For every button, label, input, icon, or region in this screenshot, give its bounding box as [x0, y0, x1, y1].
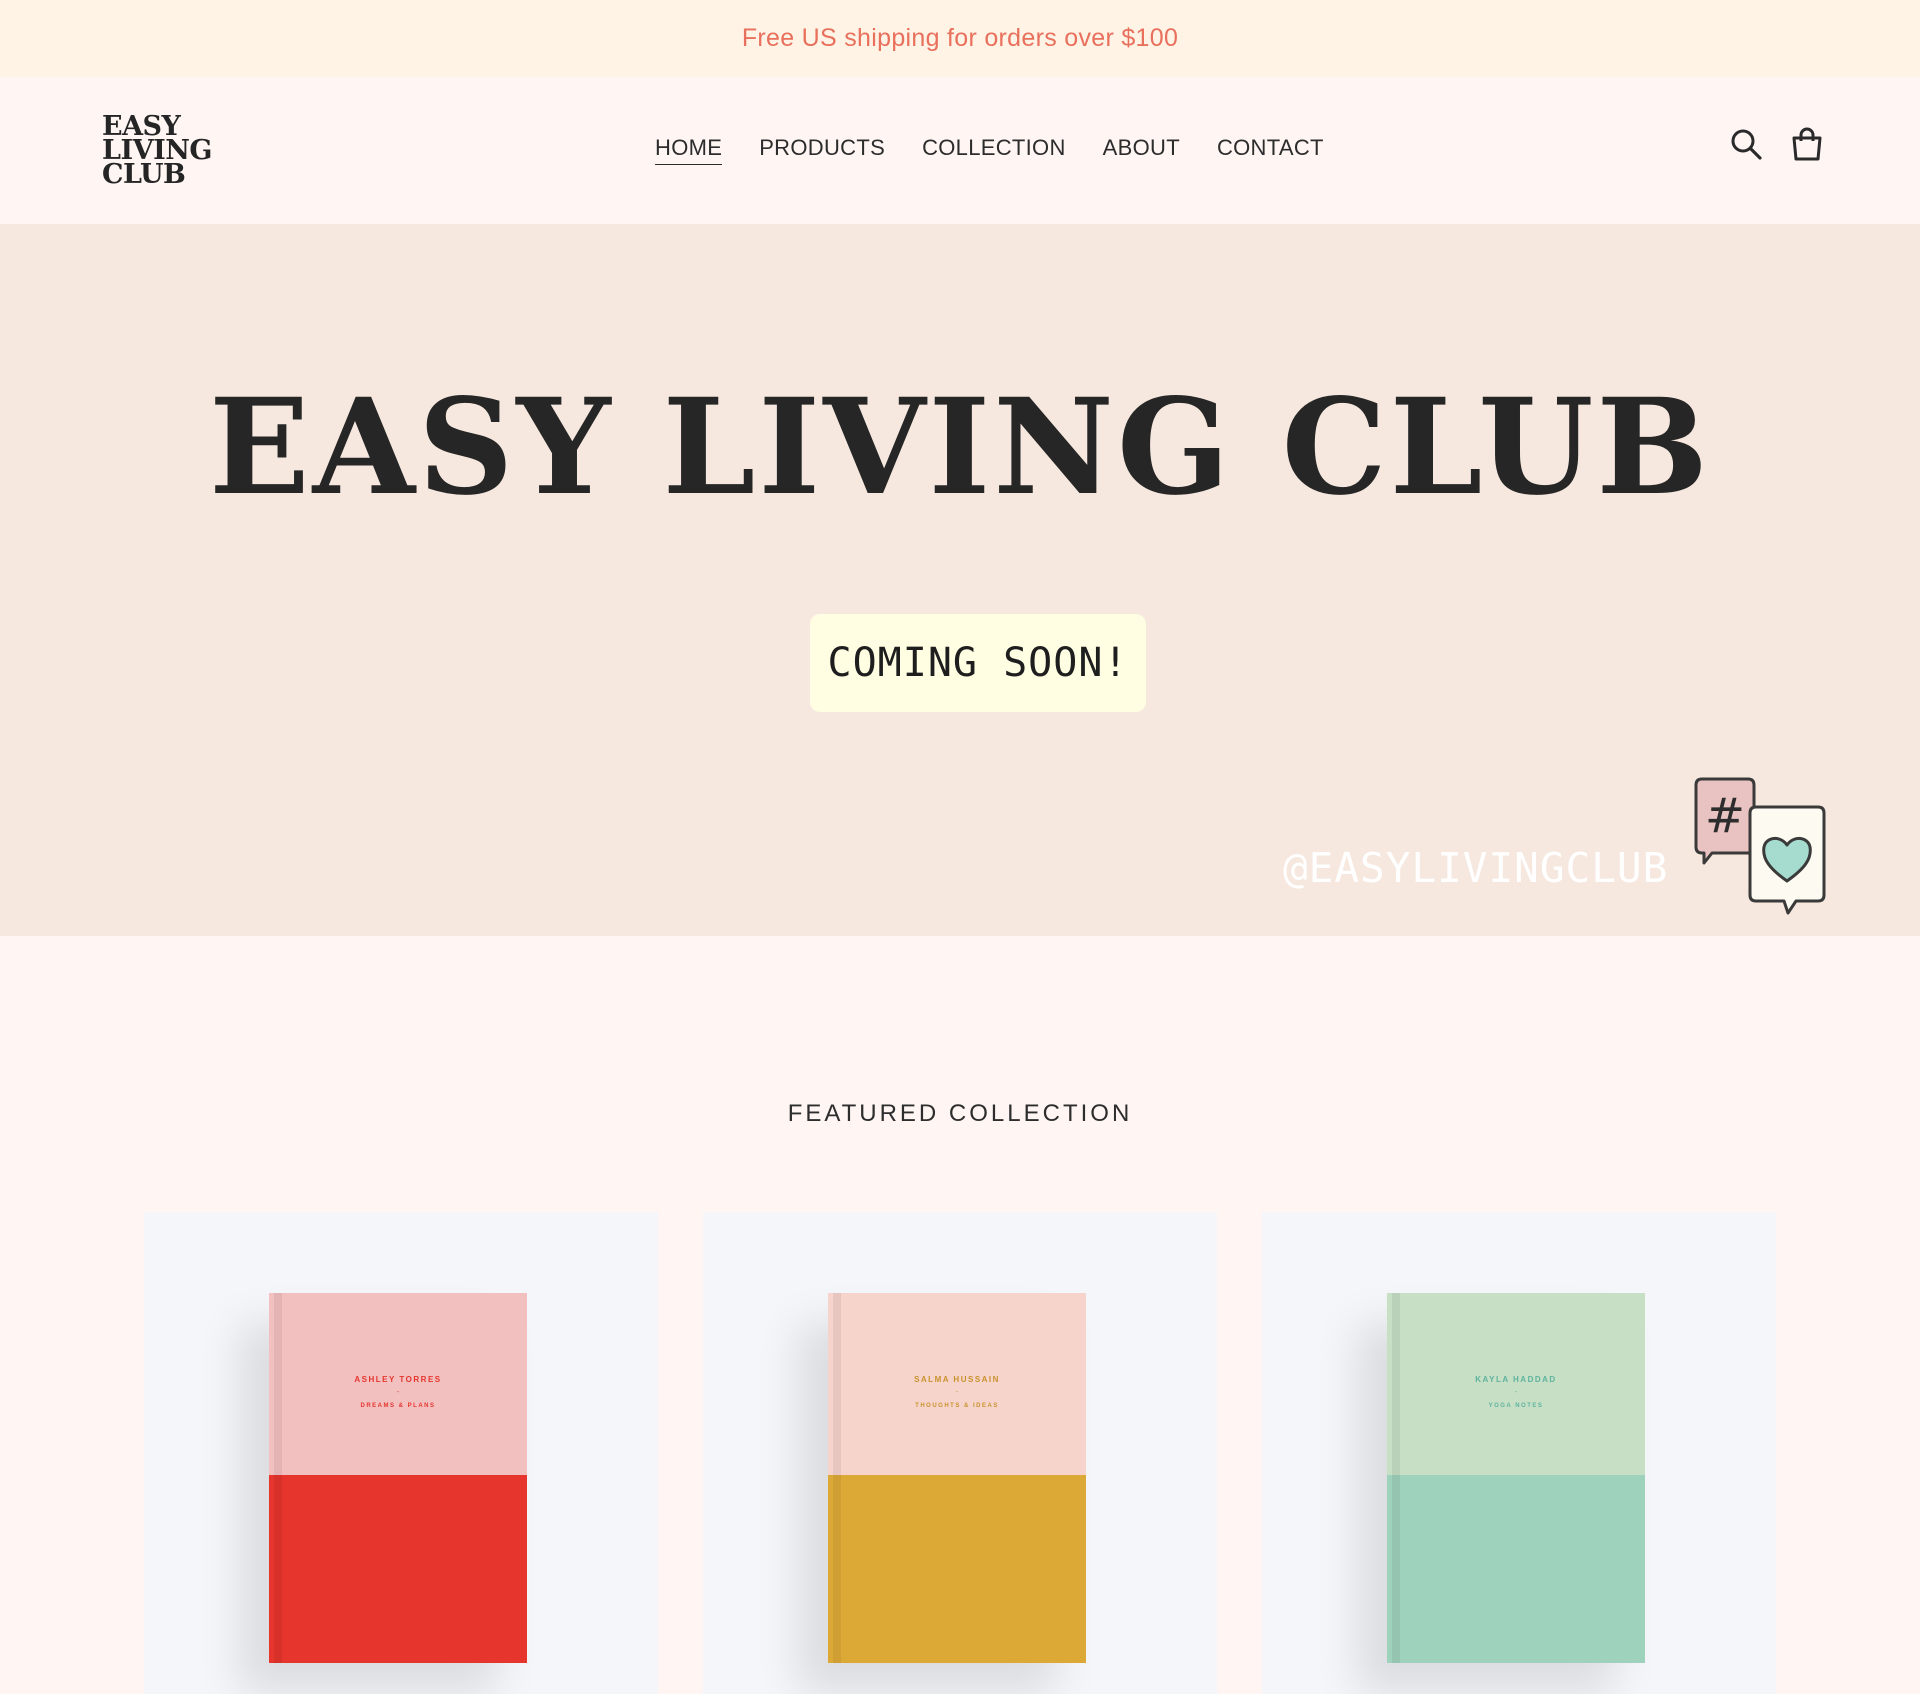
product-image: ASHLEY TORRES - DREAMS & PLANS	[269, 1293, 527, 1663]
book-author: KAYLA HADDAD	[1475, 1375, 1557, 1384]
product-image: SALMA HUSSAIN - THOUGHTS & IDEAS	[828, 1293, 1086, 1663]
product-card[interactable]: SALMA HUSSAIN - THOUGHTS & IDEAS	[703, 1212, 1217, 1694]
book-spine	[274, 1293, 282, 1663]
book-subtitle: DREAMS & PLANS	[360, 1403, 436, 1409]
nav-products[interactable]: PRODUCTS	[759, 135, 885, 165]
chat-bubbles-graphic: #	[1690, 777, 1830, 919]
book-cover-top	[828, 1293, 1086, 1475]
social-handle: @EASYLIVINGCLUB	[1283, 844, 1669, 892]
product-card[interactable]: ASHLEY TORRES - DREAMS & PLANS	[144, 1212, 658, 1694]
site-header: EASY LIVING CLUB HOME PRODUCTS COLLECTIO…	[0, 77, 1920, 224]
hashtag-bubble-icon: #	[1694, 777, 1756, 865]
book-dash: -	[396, 1389, 400, 1396]
book-dash: -	[955, 1389, 959, 1396]
book-author: SALMA HUSSAIN	[914, 1375, 1000, 1384]
logo-line: CLUB	[102, 159, 186, 190]
product-image: KAYLA HADDAD - YOGA NOTES	[1387, 1293, 1645, 1663]
book-cover-bottom	[269, 1475, 527, 1663]
nav-collection[interactable]: COLLECTION	[922, 135, 1066, 165]
nav-home[interactable]: HOME	[655, 135, 723, 165]
nav-about[interactable]: ABOUT	[1103, 135, 1180, 165]
announcement-bar: Free US shipping for orders over $100	[0, 0, 1920, 77]
book-spine	[833, 1293, 841, 1663]
main-nav: HOME PRODUCTS COLLECTION ABOUT CONTACT	[655, 135, 1324, 165]
search-icon[interactable]	[1729, 127, 1763, 161]
book-cover-bottom	[1387, 1475, 1645, 1663]
hero-banner: EASY LIVING CLUB COMING SOON! @EASYLIVIN…	[0, 224, 1920, 936]
book-cover-top	[269, 1293, 527, 1475]
cart-icon[interactable]	[1790, 127, 1824, 161]
svg-text:#: #	[1705, 788, 1745, 844]
featured-collection-title: FEATURED COLLECTION	[787, 1100, 1133, 1127]
book-cover-top	[1387, 1293, 1645, 1475]
book-spine	[1392, 1293, 1400, 1663]
book-subtitle: THOUGHTS & IDEAS	[915, 1403, 999, 1409]
hero-title: EASY LIVING CLUB	[209, 370, 1711, 525]
coming-soon-badge: COMING SOON!	[810, 614, 1146, 712]
book-author: ASHLEY TORRES	[354, 1375, 442, 1384]
announcement-text: Free US shipping for orders over $100	[741, 24, 1179, 52]
nav-contact[interactable]: CONTACT	[1217, 135, 1324, 165]
heart-bubble-icon	[1748, 805, 1826, 915]
site-logo[interactable]: EASY LIVING CLUB	[102, 113, 227, 191]
product-card[interactable]: KAYLA HADDAD - YOGA NOTES	[1262, 1212, 1776, 1694]
book-dash: -	[1514, 1389, 1518, 1396]
book-cover-bottom	[828, 1475, 1086, 1663]
book-subtitle: YOGA NOTES	[1488, 1403, 1544, 1409]
